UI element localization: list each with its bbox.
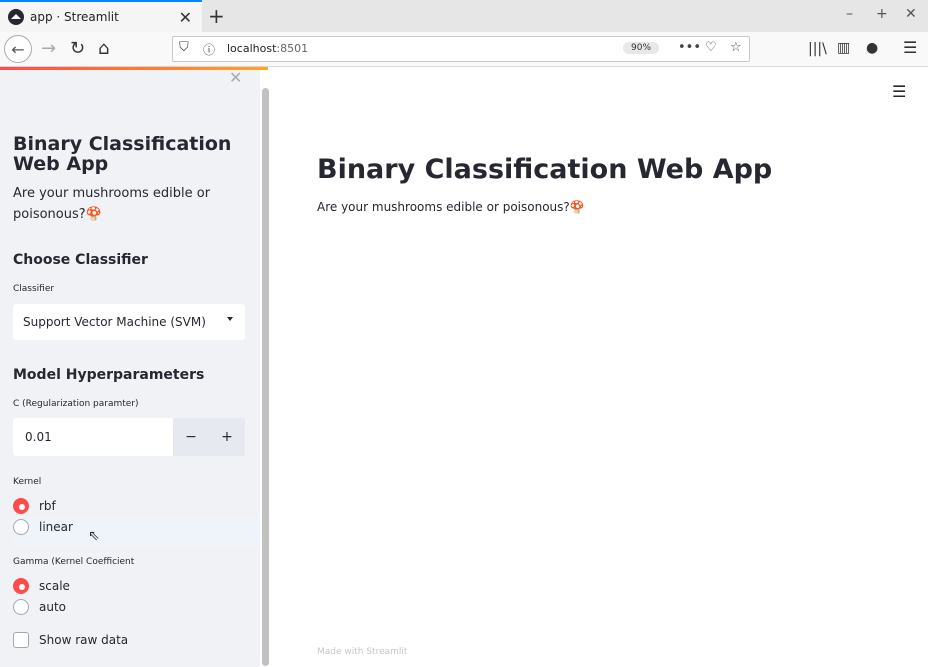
reload-icon[interactable]: ↻ [70,38,85,59]
gamma-radio-scale[interactable]: scale [13,578,70,594]
kernel-option-label: linear [39,520,73,534]
gamma-option-label: auto [39,600,67,614]
library-icon[interactable]: |||\ [808,41,827,57]
back-icon[interactable]: ← [4,35,32,63]
page-title: Binary Classification Web App [317,154,773,185]
footer-link[interactable]: Made with Streamlit [317,647,407,657]
increment-button[interactable]: + [209,418,245,456]
tracking-shield-icon[interactable]: ⛉ [179,40,189,55]
new-tab-icon[interactable]: + [208,4,225,28]
address-bar[interactable]: ⛉ ⓘ localhost:8501 90% ••• ♡ ☆ [172,36,750,62]
mouse-cursor-icon: ⇖ [88,528,100,544]
c-label: C (Regularization paramter) [13,399,139,409]
radio-selected-icon[interactable] [13,498,29,514]
model-hyperparameters-header: Model Hyperparameters [13,367,205,383]
sidebar: ✕ Binary Classification Web App Are your… [0,68,260,667]
url-text[interactable]: localhost:8501 [227,42,308,55]
sidebar-scrollbar[interactable] [262,88,269,666]
kernel-radio-rbf[interactable]: rbf [13,498,56,514]
classifier-label: Classifier [13,284,55,294]
browser-menu-icon[interactable]: ☰ [903,38,917,57]
gamma-label: Gamma (Kernel Coefficient [13,557,135,567]
tab-close-icon[interactable]: ✕ [179,8,192,27]
home-icon[interactable]: ⌂ [98,38,109,59]
url-port: :8501 [276,42,309,55]
chevron-down-icon [227,317,233,321]
zoom-level[interactable]: 90% [623,42,660,54]
show-raw-data-label: Show raw data [39,633,129,647]
app-menu-icon[interactable]: ☰ [892,82,906,101]
page-subtitle: Are your mushrooms edible or poisonous?🍄 [317,200,585,214]
minimize-icon[interactable]: – [846,6,853,22]
streamlit-favicon-icon [8,9,24,25]
c-number-input[interactable]: 0.01 − + [13,418,245,456]
url-host: localhost [227,42,277,55]
kernel-radio-linear[interactable]: linear [13,519,73,535]
kernel-option-label: rbf [39,499,56,513]
decrement-button[interactable]: − [173,418,209,456]
checkbox-icon[interactable] [13,632,29,648]
maximize-icon[interactable]: + [876,6,888,22]
window-close-icon[interactable]: ✕ [905,6,917,22]
classifier-select[interactable]: Support Vector Machine (SVM) [13,304,245,340]
kernel-label: Kernel [13,477,42,487]
sidebar-title: Binary Classification Web App [13,133,232,175]
radio-unselected-icon[interactable] [13,519,29,535]
gamma-option-label: scale [39,579,70,593]
browser-tab-bar: app · Streamlit ✕ + – + ✕ [0,0,928,32]
page-actions-icon[interactable]: ••• [678,40,701,55]
classifier-select-value: Support Vector Machine (SVM) [23,315,206,329]
sidebar-subtitle: Are your mushrooms edible or poisonous?🍄 [13,186,211,222]
sidebar-toggle-icon[interactable]: ▥ [837,40,850,56]
forward-icon[interactable]: → [41,38,56,59]
c-value[interactable]: 0.01 [25,430,52,444]
pocket-icon[interactable]: ♡ [705,40,717,55]
site-info-icon[interactable]: ⓘ [203,41,215,58]
radio-unselected-icon[interactable] [13,599,29,615]
account-icon[interactable]: ● [866,40,878,56]
show-raw-data-checkbox[interactable]: Show raw data [13,632,128,648]
choose-classifier-header: Choose Classifier [13,252,148,268]
browser-tab[interactable]: app · Streamlit ✕ [0,0,202,32]
radio-selected-icon[interactable] [13,578,29,594]
sidebar-close-icon[interactable]: ✕ [229,68,242,87]
tab-title: app · Streamlit [30,10,119,24]
gamma-radio-auto[interactable]: auto [13,599,66,615]
bookmark-star-icon[interactable]: ☆ [730,40,742,55]
